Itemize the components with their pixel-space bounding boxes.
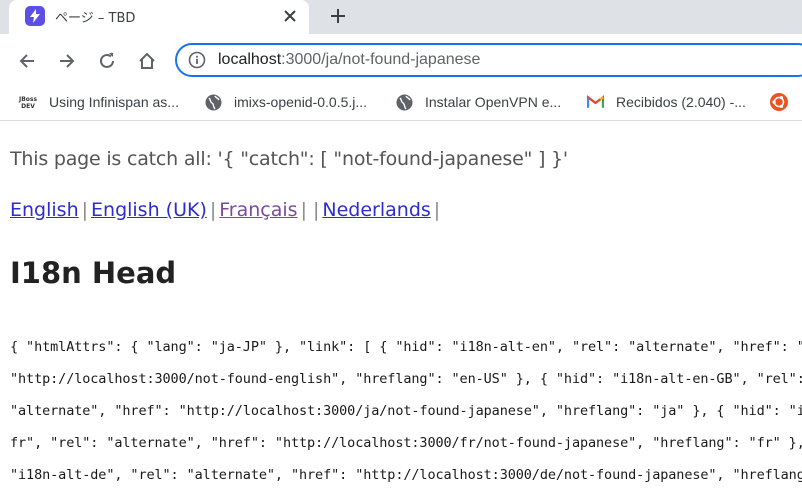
bookmark-item[interactable]: imixs-openid-0.0.5.j... — [205, 92, 367, 112]
url-path: :3000/ja/not-found-japanese — [281, 51, 481, 68]
separator: | — [300, 199, 307, 221]
separator: | — [81, 199, 89, 221]
json-line: "alternate", "href": "http://localhost:3… — [10, 403, 802, 419]
bookmarks-bar: JBoss DEV Using Infinispan as... imixs-op… — [0, 84, 802, 121]
separator: | — [312, 199, 320, 221]
back-arrow-icon[interactable] — [15, 49, 39, 73]
head-json-dump: { "htmlAttrs": { "lang": "ja-JP" }, "lin… — [10, 331, 802, 491]
jboss-dev-icon: JBoss DEV — [18, 96, 38, 110]
bookmark-label: Using Infinispan as... — [49, 94, 179, 110]
page-heading: I18n Head — [10, 256, 177, 290]
globe-icon — [396, 94, 413, 111]
lang-link-francais[interactable]: Français — [219, 199, 297, 221]
lang-link-english[interactable]: English — [10, 199, 79, 221]
bookmark-label: Recibidos (2.040) -... — [616, 94, 746, 110]
language-switcher: English | English (UK) | Français | | Nederland… — [10, 199, 443, 221]
bookmark-label: imixs-openid-0.0.5.j... — [234, 94, 368, 110]
bookmark-item[interactable]: Recibidos (2.040) -... — [587, 92, 746, 112]
gmail-icon — [587, 94, 604, 111]
url-text[interactable]: localhost:3000/ja/not-found-japanese — [218, 51, 480, 69]
separator: | — [209, 199, 217, 221]
tab-strip: ページ – TBD — [0, 0, 802, 34]
ubuntu-icon — [770, 93, 788, 111]
tab-active[interactable]: ページ – TBD — [9, 0, 309, 34]
json-line: "http://localhost:3000/not-found-english… — [10, 371, 802, 387]
info-icon[interactable] — [188, 51, 206, 69]
lang-link-nederlands[interactable]: Nederlands — [322, 199, 430, 221]
lightning-bolt-icon — [25, 6, 45, 26]
reload-icon[interactable] — [95, 49, 119, 73]
close-tab-icon[interactable] — [280, 6, 300, 26]
home-icon[interactable] — [135, 49, 159, 73]
catch-all-text: This page is catch all: '{ "catch": [ "n… — [10, 148, 568, 170]
url-host: localhost — [218, 51, 282, 68]
new-tab-icon[interactable] — [327, 5, 349, 27]
address-bar[interactable]: localhost:3000/ja/not-found-japanese — [175, 43, 802, 77]
json-line: fr", "rel": "alternate", "href": "http:/… — [10, 435, 802, 451]
bookmark-label: Instalar OpenVPN e... — [425, 94, 562, 110]
forward-arrow-icon[interactable] — [55, 49, 79, 73]
lang-link-english-uk[interactable]: English (UK) — [91, 199, 207, 221]
separator: | — [433, 199, 441, 221]
bookmark-item[interactable] — [770, 92, 800, 112]
json-line: "i18n-alt-de", "rel": "alternate", "href… — [10, 467, 802, 483]
bookmark-item[interactable]: Instalar OpenVPN e... — [396, 92, 561, 112]
json-line: { "htmlAttrs": { "lang": "ja-JP" }, "lin… — [10, 339, 802, 355]
globe-icon — [205, 94, 222, 111]
bookmark-item[interactable]: JBoss DEV Using Infinispan as... — [19, 92, 179, 112]
tab-title: ページ – TBD — [55, 11, 136, 26]
